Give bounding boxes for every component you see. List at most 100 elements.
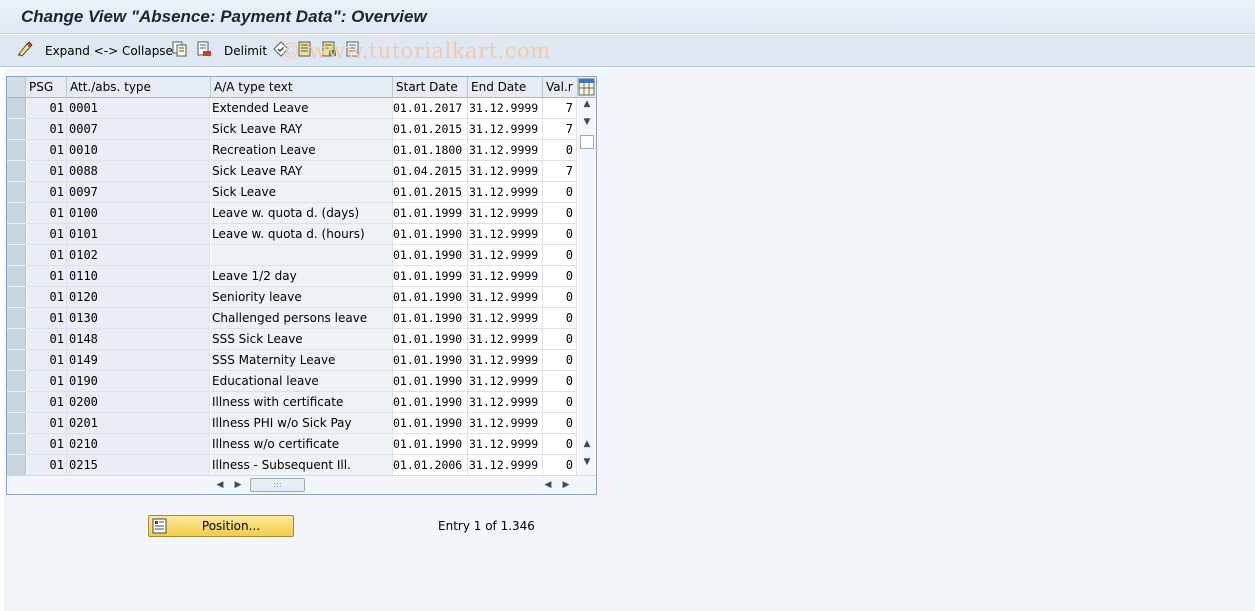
table-row[interactable]: 01 0201 Illness PHI w/o Sick Pay 01.01.1990… — [7, 413, 577, 434]
cell-start-date[interactable]: 01.01.2015 — [393, 182, 468, 203]
cell-start-date[interactable]: 01.01.1999 — [393, 266, 468, 287]
table-row[interactable]: 01 0102 01.01.1990 31.12.9999 0 — [7, 245, 577, 266]
cell-start-date[interactable]: 01.01.1800 — [393, 140, 468, 161]
page-down-icon[interactable]: ▼ — [581, 456, 593, 468]
cell-end-date[interactable]: 31.12.9999 — [468, 455, 543, 476]
cell-end-date[interactable]: 31.12.9999 — [468, 392, 543, 413]
cell-psg[interactable]: 01 — [27, 350, 67, 371]
cell-val-r[interactable]: 7 — [543, 119, 577, 140]
table-row[interactable]: 01 0110 Leave 1/2 day 01.01.1999 31.12.9999 0 — [7, 266, 577, 287]
cell-att-abs-type[interactable]: 0190 — [67, 371, 210, 392]
cell-att-abs-type[interactable]: 0149 — [67, 350, 210, 371]
table-row[interactable]: 01 0148 SSS Sick Leave 01.01.1990 31.12.9999… — [7, 329, 577, 350]
row-selector[interactable] — [7, 182, 26, 203]
cell-val-r[interactable]: 0 — [543, 392, 577, 413]
cell-psg[interactable]: 01 — [27, 224, 67, 245]
cell-att-abs-type[interactable]: 0110 — [67, 266, 210, 287]
copy-icon[interactable] — [172, 41, 188, 57]
cell-att-abs-type[interactable]: 0001 — [67, 98, 210, 119]
cell-val-r[interactable]: 0 — [543, 140, 577, 161]
cell-start-date[interactable]: 01.01.1990 — [393, 392, 468, 413]
horizontal-scrollbar[interactable]: ◀ ▶ ::: ◀ ▶ — [7, 475, 596, 494]
column-header-psg[interactable]: PSG — [26, 77, 67, 97]
cell-psg[interactable]: 01 — [27, 245, 67, 266]
cell-start-date[interactable]: 01.01.1990 — [393, 371, 468, 392]
cell-val-r[interactable]: 0 — [543, 224, 577, 245]
cell-att-abs-type[interactable]: 0101 — [67, 224, 210, 245]
expand-collapse-button[interactable]: Expand <-> Collapse — [45, 41, 173, 61]
row-selector[interactable] — [7, 350, 26, 371]
cell-psg[interactable]: 01 — [27, 434, 67, 455]
cell-val-r[interactable]: 0 — [543, 434, 577, 455]
cell-val-r[interactable]: 0 — [543, 329, 577, 350]
cell-val-r[interactable]: 0 — [543, 287, 577, 308]
cell-start-date[interactable]: 01.01.1999 — [393, 203, 468, 224]
cell-aa-type-text[interactable]: Sick Leave — [211, 182, 393, 203]
cell-val-r[interactable]: 0 — [543, 413, 577, 434]
cell-start-date[interactable]: 01.01.2017 — [393, 98, 468, 119]
table-row[interactable]: 01 0149 SSS Maternity Leave 01.01.1990 31.12… — [7, 350, 577, 371]
position-button[interactable]: Position... — [148, 515, 294, 537]
cell-aa-type-text[interactable]: Illness PHI w/o Sick Pay — [211, 413, 393, 434]
scroll-far-right-icon[interactable]: ▶ — [560, 479, 572, 491]
row-selector[interactable] — [7, 455, 26, 476]
cell-aa-type-text[interactable]: Extended Leave — [211, 98, 393, 119]
cell-start-date[interactable]: 01.01.1990 — [393, 329, 468, 350]
cell-end-date[interactable]: 31.12.9999 — [468, 413, 543, 434]
row-selector[interactable] — [7, 413, 26, 434]
cell-end-date[interactable]: 31.12.9999 — [468, 224, 543, 245]
cell-aa-type-text[interactable]: Educational leave — [211, 371, 393, 392]
delimit-button[interactable]: Delimit — [224, 41, 267, 61]
cell-att-abs-type[interactable]: 0102 — [67, 245, 210, 266]
scroll-far-left-icon[interactable]: ◀ — [542, 479, 554, 491]
cell-val-r[interactable]: 0 — [543, 308, 577, 329]
cell-psg[interactable]: 01 — [27, 161, 67, 182]
cell-val-r[interactable]: 0 — [543, 203, 577, 224]
cell-start-date[interactable]: 01.01.1990 — [393, 434, 468, 455]
cell-end-date[interactable]: 31.12.9999 — [468, 287, 543, 308]
column-header-aa-type-text[interactable]: A/A type text — [211, 77, 393, 97]
cell-aa-type-text[interactable]: Illness w/o certificate — [211, 434, 393, 455]
table-row[interactable]: 01 0215 Illness - Subsequent Ill. 01.01.200… — [7, 455, 577, 476]
cell-aa-type-text[interactable]: Sick Leave RAY — [211, 161, 393, 182]
scroll-down-icon[interactable]: ▼ — [581, 116, 593, 128]
cell-val-r[interactable]: 0 — [543, 182, 577, 203]
column-header-att-abs-type[interactable]: Att./abs. type — [67, 77, 211, 97]
cell-aa-type-text[interactable]: Illness - Subsequent Ill. — [211, 455, 393, 476]
row-selector[interactable] — [7, 329, 26, 350]
cell-end-date[interactable]: 31.12.9999 — [468, 98, 543, 119]
row-selector[interactable] — [7, 245, 26, 266]
row-selector[interactable] — [7, 203, 26, 224]
horizontal-scroll-thumb[interactable]: ::: — [250, 478, 305, 492]
cell-psg[interactable]: 01 — [27, 140, 67, 161]
table-row[interactable]: 01 0210 Illness w/o certificate 01.01.1990 3… — [7, 434, 577, 455]
cell-start-date[interactable]: 01.01.1990 — [393, 287, 468, 308]
cell-aa-type-text[interactable]: SSS Maternity Leave — [211, 350, 393, 371]
cell-start-date[interactable]: 01.01.1990 — [393, 413, 468, 434]
cell-end-date[interactable]: 31.12.9999 — [468, 371, 543, 392]
column-header-end-date[interactable]: End Date — [468, 77, 543, 97]
cell-aa-type-text[interactable]: Challenged persons leave — [211, 308, 393, 329]
cell-aa-type-text[interactable]: SSS Sick Leave — [211, 329, 393, 350]
vertical-scroll-thumb[interactable] — [580, 135, 594, 149]
cell-att-abs-type[interactable]: 0097 — [67, 182, 210, 203]
change-display-icon[interactable] — [17, 41, 33, 57]
table-row[interactable]: 01 0190 Educational leave 01.01.1990 31.12.9… — [7, 371, 577, 392]
table-row[interactable]: 01 0088 Sick Leave RAY 01.04.2015 31.12.9999… — [7, 161, 577, 182]
cell-end-date[interactable]: 31.12.9999 — [468, 350, 543, 371]
row-selector[interactable] — [7, 371, 26, 392]
row-selector[interactable] — [7, 119, 26, 140]
row-selector[interactable] — [7, 308, 26, 329]
cell-att-abs-type[interactable]: 0201 — [67, 413, 210, 434]
cell-aa-type-text[interactable]: Illness with certificate — [211, 392, 393, 413]
cell-start-date[interactable]: 01.01.1990 — [393, 224, 468, 245]
cell-psg[interactable]: 01 — [27, 203, 67, 224]
scroll-left-icon[interactable]: ◀ — [214, 479, 226, 491]
cell-val-r[interactable]: 0 — [543, 455, 577, 476]
cell-att-abs-type[interactable]: 0100 — [67, 203, 210, 224]
cell-end-date[interactable]: 31.12.9999 — [468, 119, 543, 140]
cell-psg[interactable]: 01 — [27, 308, 67, 329]
row-selector[interactable] — [7, 434, 26, 455]
cell-val-r[interactable]: 0 — [543, 371, 577, 392]
cell-end-date[interactable]: 31.12.9999 — [468, 266, 543, 287]
